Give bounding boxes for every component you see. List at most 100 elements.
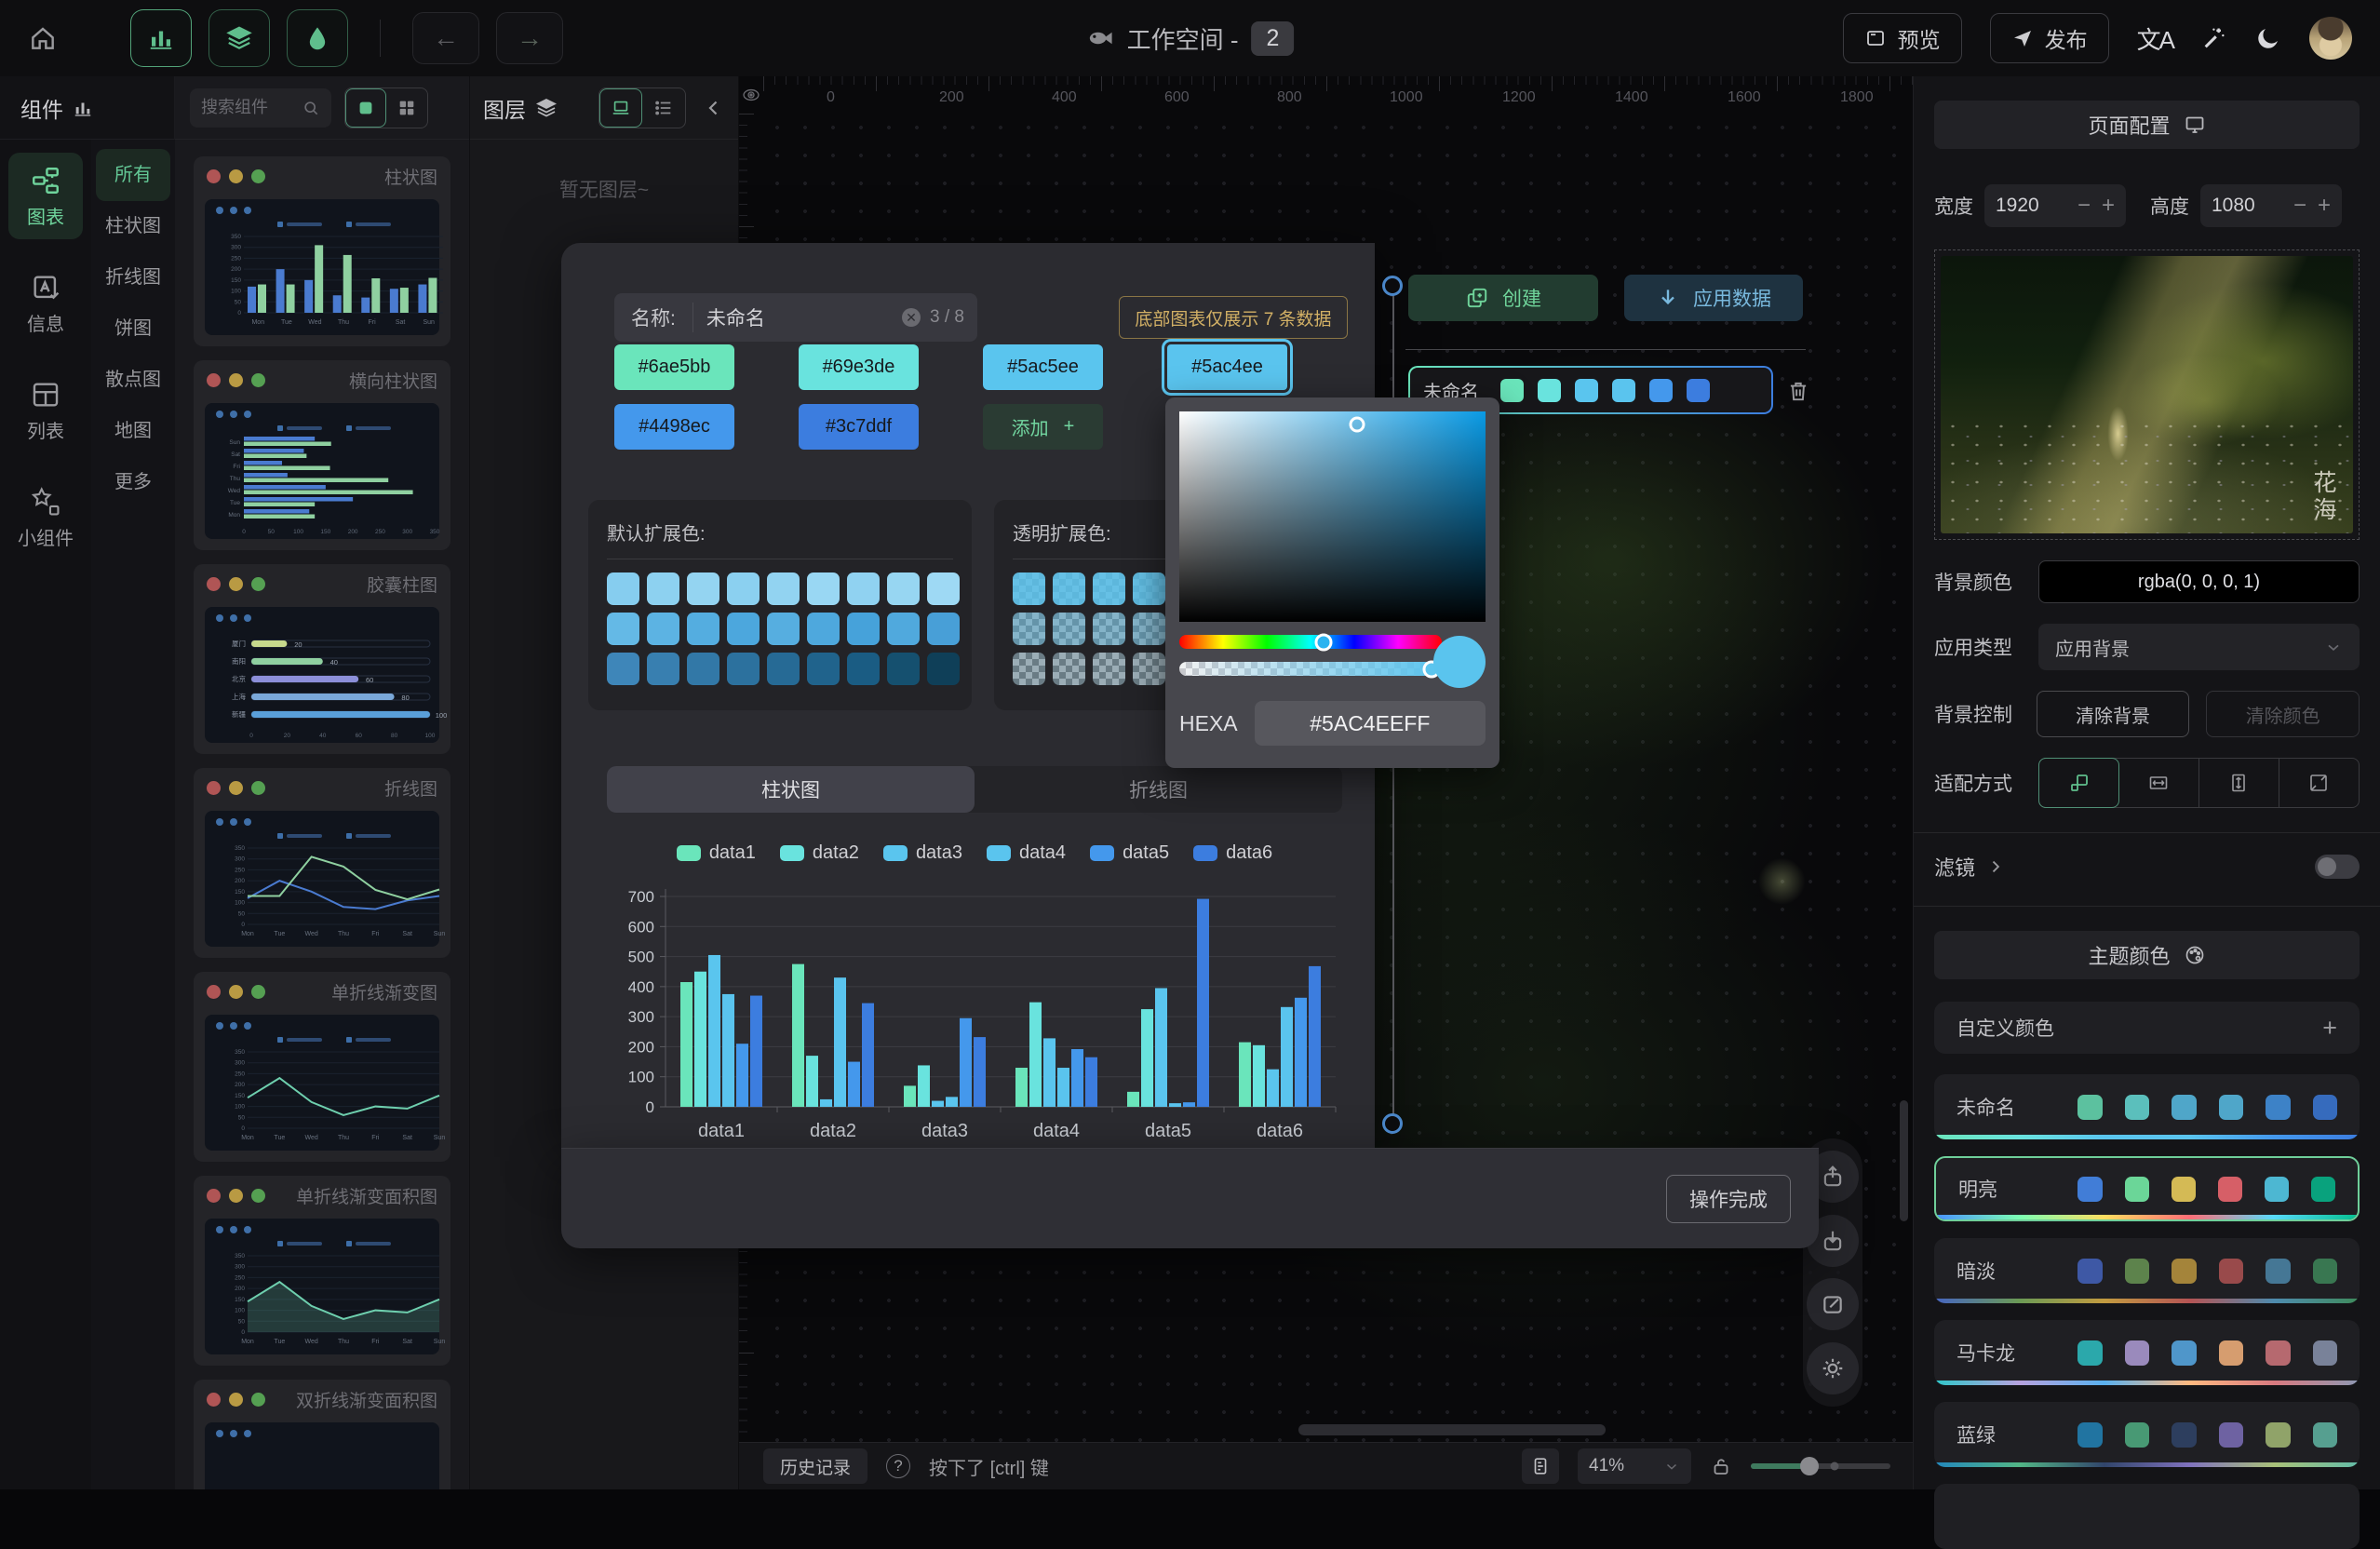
- clear-color-button[interactable]: 清除颜色: [2206, 691, 2360, 737]
- single-view-button[interactable]: [345, 88, 386, 128]
- fit-stretch-button[interactable]: [2279, 759, 2359, 807]
- transparent-palette-swatch[interactable]: [1133, 613, 1165, 645]
- category-item-6[interactable]: 更多: [96, 457, 170, 508]
- palette-swatch[interactable]: [927, 572, 960, 605]
- theme-row-蓝绿[interactable]: 蓝绿: [1934, 1402, 2360, 1467]
- publish-button[interactable]: 发布: [1990, 13, 2109, 63]
- palette-swatch[interactable]: [607, 613, 639, 645]
- apply-data-button[interactable]: 应用数据: [1624, 275, 1803, 321]
- color-chip[interactable]: #69e3de: [799, 344, 919, 390]
- transparent-palette-swatch[interactable]: [1093, 572, 1125, 605]
- custom-color-row[interactable]: 自定义颜色 +: [1934, 1002, 2360, 1054]
- palette-swatch[interactable]: [647, 572, 679, 605]
- palette-swatch[interactable]: [767, 613, 800, 645]
- sidebar-item-list[interactable]: 列表: [8, 367, 83, 453]
- fit-scale-button[interactable]: [2038, 758, 2119, 808]
- height-plus-button[interactable]: +: [2318, 193, 2331, 219]
- color-chip[interactable]: #5ac5ee: [983, 344, 1103, 390]
- language-icon[interactable]: 文A: [2137, 21, 2173, 56]
- theme-row-暗淡[interactable]: 暗淡: [1934, 1238, 2360, 1303]
- component-card[interactable]: 双折线渐变面积图: [194, 1380, 450, 1489]
- palette-swatch[interactable]: [767, 653, 800, 685]
- search-box[interactable]: [190, 88, 331, 128]
- clear-background-button[interactable]: 清除背景: [2037, 691, 2190, 737]
- palette-swatch[interactable]: [687, 613, 719, 645]
- horizontal-scrollbar[interactable]: [1298, 1424, 1606, 1435]
- create-button[interactable]: 创建: [1408, 275, 1598, 321]
- saturation-area[interactable]: [1179, 411, 1486, 622]
- transparent-palette-swatch[interactable]: [1013, 653, 1045, 685]
- bg-color-input[interactable]: [2038, 560, 2360, 603]
- palette-swatch[interactable]: [727, 572, 760, 605]
- clear-input-icon[interactable]: ✕: [902, 308, 921, 327]
- height-minus-button[interactable]: −: [2293, 193, 2306, 219]
- list-view-button[interactable]: [642, 88, 685, 128]
- category-item-0[interactable]: 所有: [96, 149, 170, 201]
- sidebar-item-widgets[interactable]: 小组件: [8, 474, 83, 560]
- transparent-palette-swatch[interactable]: [1133, 653, 1165, 685]
- palette-swatch[interactable]: [847, 572, 880, 605]
- palette-swatch[interactable]: [687, 653, 719, 685]
- palette-swatch[interactable]: [647, 653, 679, 685]
- legend-item[interactable]: data5: [1090, 842, 1169, 864]
- saturation-handle[interactable]: [1349, 416, 1365, 432]
- eye-icon[interactable]: [742, 86, 760, 104]
- theme-row-明亮[interactable]: 明亮: [1934, 1156, 2360, 1221]
- transparent-palette-swatch[interactable]: [1053, 572, 1085, 605]
- filter-mode-button[interactable]: [287, 9, 348, 67]
- vertical-scrollbar[interactable]: [1900, 1100, 1908, 1221]
- palette-swatch[interactable]: [807, 572, 840, 605]
- layers-mode-button[interactable]: [208, 9, 270, 67]
- background-image-preview[interactable]: 花海: [1934, 249, 2360, 540]
- tab-bar-chart[interactable]: 柱状图: [607, 766, 975, 813]
- width-minus-button[interactable]: −: [2077, 193, 2091, 219]
- component-card[interactable]: 单折线渐变面积图050100150200250300350MonTueWedTh…: [194, 1176, 450, 1366]
- sidebar-item-charts[interactable]: 图表: [8, 153, 83, 239]
- add-color-button[interactable]: 添加+: [983, 404, 1103, 450]
- legend-item[interactable]: data3: [883, 842, 962, 864]
- transparent-palette-swatch[interactable]: [1053, 613, 1085, 645]
- height-stepper[interactable]: 1080 −+: [2200, 184, 2342, 227]
- settings-button[interactable]: [1807, 1342, 1859, 1394]
- avatar[interactable]: [2309, 17, 2352, 60]
- component-card[interactable]: 柱状图050100150200250300350MonTueWedThuFriS…: [194, 156, 450, 346]
- preview-button[interactable]: 预览: [1843, 13, 1962, 63]
- transparent-palette-swatch[interactable]: [1053, 653, 1085, 685]
- palette-swatch[interactable]: [647, 613, 679, 645]
- sidebar-item-info[interactable]: 信息: [8, 260, 83, 346]
- dark-mode-icon[interactable]: [2255, 25, 2281, 51]
- name-input[interactable]: [693, 306, 902, 329]
- theme-row-未命名[interactable]: 未命名: [1934, 1074, 2360, 1139]
- color-chip[interactable]: #5ac4ee: [1167, 344, 1287, 390]
- palette-swatch[interactable]: [727, 653, 760, 685]
- palette-swatch[interactable]: [847, 613, 880, 645]
- palette-swatch[interactable]: [687, 572, 719, 605]
- palette-swatch[interactable]: [887, 653, 920, 685]
- transparent-palette-swatch[interactable]: [1013, 613, 1045, 645]
- transparent-palette-swatch[interactable]: [1093, 653, 1125, 685]
- palette-swatch[interactable]: [847, 653, 880, 685]
- legend-item[interactable]: data2: [780, 842, 859, 864]
- help-icon[interactable]: ?: [886, 1454, 910, 1478]
- width-stepper[interactable]: 1920 −+: [1984, 184, 2126, 227]
- category-item-1[interactable]: 柱状图: [96, 201, 170, 252]
- trash-icon[interactable]: [1786, 379, 1810, 403]
- collapse-panel-icon[interactable]: [703, 97, 725, 119]
- filter-toggle[interactable]: [2315, 855, 2360, 879]
- category-item-4[interactable]: 散点图: [96, 355, 170, 406]
- fit-height-button[interactable]: [2199, 759, 2279, 807]
- hue-slider[interactable]: [1179, 635, 1442, 649]
- transparent-palette-swatch[interactable]: [1093, 613, 1125, 645]
- transparent-palette-swatch[interactable]: [1133, 572, 1165, 605]
- connector-handle-top[interactable]: [1382, 276, 1403, 296]
- shortcut-panel-button[interactable]: [1522, 1448, 1559, 1484]
- fit-width-button[interactable]: [2118, 759, 2198, 807]
- palette-swatch[interactable]: [807, 613, 840, 645]
- component-card[interactable]: 单折线渐变图050100150200250300350MonTueWedThuF…: [194, 972, 450, 1162]
- legend-item[interactable]: data1: [677, 842, 756, 864]
- component-card[interactable]: 折线图050100150200250300350MonTueWedThuFriS…: [194, 768, 450, 958]
- palette-swatch[interactable]: [807, 653, 840, 685]
- color-chip[interactable]: #4498ec: [614, 404, 734, 450]
- theme-row-马卡龙[interactable]: 马卡龙: [1934, 1320, 2360, 1385]
- palette-swatch[interactable]: [887, 613, 920, 645]
